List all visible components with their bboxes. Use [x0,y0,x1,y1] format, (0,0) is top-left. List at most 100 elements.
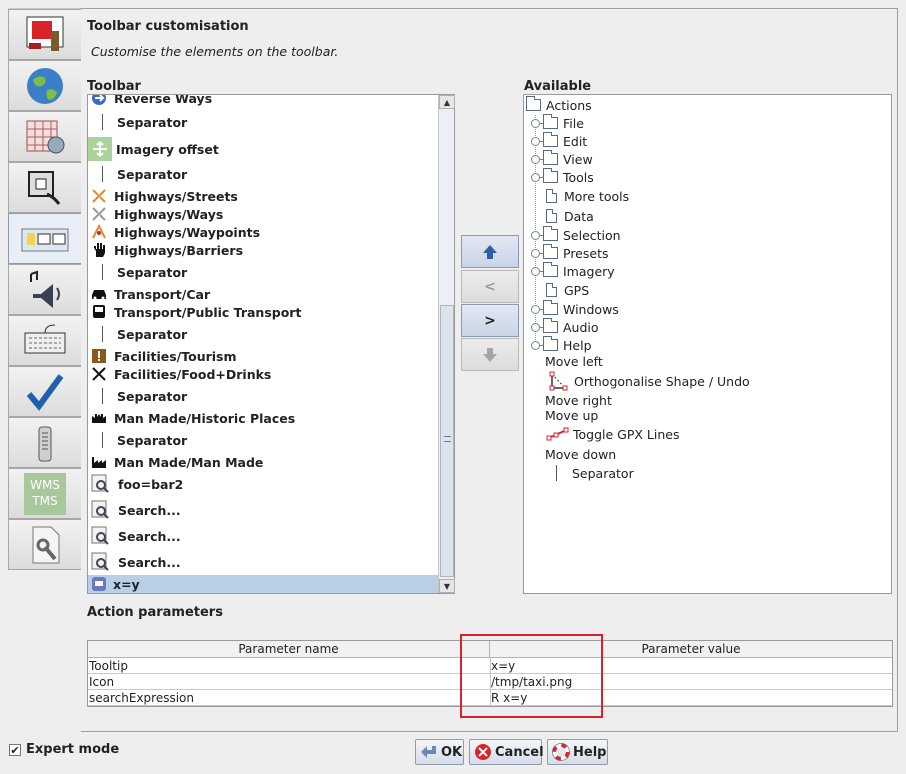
param-value-cell[interactable]: /tmp/taxi.png [491,674,572,690]
tree-node-toggle-gpx-lines[interactable]: Toggle GPX Lines [546,425,680,443]
tab-audio[interactable] [8,264,81,315]
list-item[interactable]: Search... [88,550,440,574]
tab-display[interactable] [8,9,81,60]
document-icon [546,283,557,297]
preferences-tab-strip: WMS TMS [8,8,81,570]
tree-node-view[interactable]: View [531,150,593,168]
move-right-label: > [484,312,496,329]
list-item[interactable]: Highways/Barriers [88,239,440,261]
list-item[interactable]: Separator [88,385,440,407]
tree-node-actions[interactable]: Actions [526,96,592,114]
ok-button[interactable]: OK [415,739,464,765]
available-actions-tree[interactable]: Actions File Edit View Tools More tools … [523,94,892,594]
tab-plugins[interactable] [8,162,81,213]
tree-node-label: Audio [563,319,599,335]
tree-node-tools[interactable]: Tools [531,168,594,186]
list-item[interactable]: Search... [88,498,440,522]
ok-arrow-icon [420,743,438,761]
tree-node-file[interactable]: File [531,114,584,132]
list-item[interactable]: Imagery offset [88,137,440,161]
expert-mode-checkbox[interactable]: ✔ Expert mode [9,742,119,757]
cancel-icon [474,743,492,761]
expand-handle-icon[interactable] [531,304,546,314]
tree-node-label: Edit [563,133,588,149]
list-item[interactable]: Separator [88,323,440,345]
move-up-button[interactable] [461,235,519,268]
list-item[interactable]: Separator [88,261,440,283]
expert-mode-label: Expert mode [26,742,120,757]
tree-node-move-up[interactable]: Move up [545,406,598,424]
search-icon [88,499,114,521]
tab-connection[interactable] [8,60,81,111]
expand-handle-icon[interactable] [531,118,546,128]
tree-node-more-tools[interactable]: More tools [546,187,629,205]
list-item[interactable]: Separator [88,163,440,185]
expand-handle-icon[interactable] [531,172,546,182]
tab-remote-control[interactable] [8,417,81,468]
move-left-button[interactable]: < [461,270,519,303]
folder-icon [543,244,558,259]
list-item[interactable]: foo=bar2 [88,472,440,496]
list-item[interactable]: Separator [88,111,440,133]
list-item[interactable]: Transport/Public Transport [88,301,440,323]
separator-icon [556,465,557,481]
tree-node-separator[interactable]: Separator [556,464,634,482]
help-button[interactable]: Help [547,739,608,765]
tab-imagery[interactable]: WMS TMS [8,468,81,519]
list-item[interactable]: Man Made/Historic Places [88,407,440,429]
expand-handle-icon[interactable] [531,322,546,332]
tree-node-gps[interactable]: GPS [546,281,589,299]
tree-node-windows[interactable]: Windows [531,300,619,318]
tab-validator[interactable] [8,366,81,417]
cancel-label: Cancel [495,744,544,760]
expand-handle-icon[interactable] [531,266,546,276]
tab-shortcuts[interactable] [8,315,81,366]
tree-node-move-down[interactable]: Move down [545,445,616,463]
tree-node-selection[interactable]: Selection [531,226,621,244]
tab-advanced[interactable] [8,519,81,570]
move-left-label: < [484,278,496,295]
list-item-label: x=y [113,576,140,592]
scrollbar-thumb[interactable] [440,305,454,577]
folder-icon [543,300,558,315]
move-right-button[interactable]: > [461,304,519,337]
toolbar-list-scrollbar[interactable]: ▲ ▼ [438,95,455,593]
expand-handle-icon[interactable] [531,136,546,146]
scroll-down-button[interactable]: ▼ [439,579,455,593]
tree-node-move-left[interactable]: Move left [545,352,603,370]
list-item-selected[interactable]: x=y [88,575,440,593]
move-down-button[interactable] [461,338,519,371]
triangle-down-icon: ▼ [443,581,451,591]
list-item[interactable]: Reverse Ways [88,95,440,109]
search-icon [88,525,114,547]
list-item-label: Transport/Car [114,286,211,302]
column-header-name[interactable]: Parameter name [88,641,490,658]
tree-node-imagery[interactable]: Imagery [531,262,615,280]
tree-node-label: Presets [563,245,609,261]
tab-projection[interactable] [8,111,81,162]
expand-handle-icon[interactable] [531,154,546,164]
list-item[interactable]: Search... [88,524,440,548]
document-icon [546,189,557,203]
tab-toolbar[interactable] [8,213,81,264]
cancel-button[interactable]: Cancel [469,739,544,765]
page-title: Toolbar customisation [87,19,249,34]
list-item[interactable]: Man Made/Man Made [88,451,440,473]
param-value-cell[interactable]: R x=y [491,690,527,706]
tree-node-orthogonalise[interactable]: Orthogonalise Shape / Undo [548,371,750,391]
tree-node-data[interactable]: Data [546,207,594,225]
tree-node-presets[interactable]: Presets [531,244,609,262]
scroll-up-button[interactable]: ▲ [439,95,455,109]
param-value-cell[interactable]: x=y [491,658,515,674]
tree-node-label: Help [563,337,592,353]
list-item[interactable]: Facilities/Food+Drinks [88,363,440,385]
expand-handle-icon[interactable] [531,230,546,240]
list-item[interactable]: Separator [88,429,440,451]
tree-node-edit[interactable]: Edit [531,132,587,150]
expand-handle-icon[interactable] [531,248,546,258]
list-item-label: Highways/Barriers [114,242,244,258]
expand-handle-icon[interactable] [531,340,546,350]
toolbar-items-list[interactable]: Reverse Ways Separator Imagery offset Se… [87,94,455,594]
column-header-value[interactable]: Parameter value [490,641,892,658]
tree-node-audio[interactable]: Audio [531,318,599,336]
